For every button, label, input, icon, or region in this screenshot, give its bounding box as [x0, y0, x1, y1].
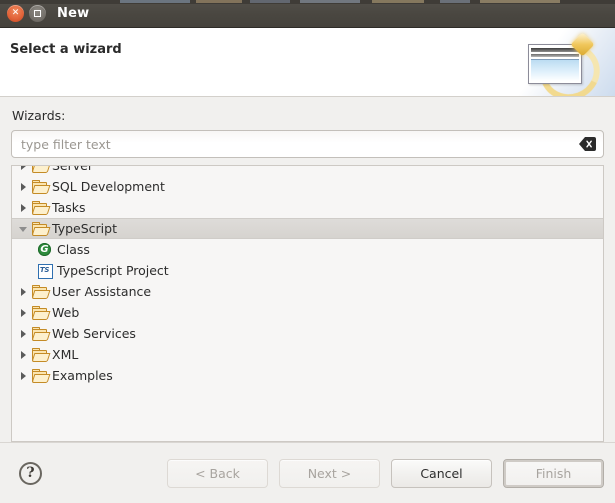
tree-item-sql-development[interactable]: SQL Development — [12, 176, 603, 197]
tree-item-label: Tasks — [52, 200, 86, 215]
clear-icon[interactable] — [579, 137, 596, 151]
help-icon[interactable]: ? — [19, 461, 42, 485]
button-bar: ? < Back Next > Cancel Finish — [0, 442, 615, 503]
tree-item-server[interactable]: Server — [12, 165, 603, 176]
wizards-label: Wizards: — [12, 108, 66, 123]
tree-item-label: TypeScript — [52, 221, 117, 236]
tree-item-label: XML — [52, 347, 79, 362]
tree-item-tasks[interactable]: Tasks — [12, 197, 603, 218]
chevron-right-icon[interactable] — [17, 306, 30, 319]
tree-item-typescript[interactable]: TypeScript — [12, 218, 603, 239]
wizard-tree-list: Server SQL Development Tasks TypeScript — [12, 165, 603, 386]
tree-item-label: Web — [52, 305, 80, 320]
chevron-right-icon[interactable] — [17, 348, 30, 361]
page-title: Select a wizard — [10, 42, 122, 57]
class-icon-letter: G — [40, 243, 49, 255]
chevron-right-icon[interactable] — [17, 166, 30, 172]
wizard-tree[interactable]: Server SQL Development Tasks TypeScript — [11, 165, 604, 442]
tree-item-web[interactable]: Web — [12, 302, 603, 323]
chevron-right-icon[interactable] — [17, 180, 30, 193]
tree-item-examples[interactable]: Examples — [12, 365, 603, 386]
window-graphic-icon — [528, 44, 582, 84]
chevron-down-icon[interactable] — [17, 222, 30, 235]
dialog-body: Wizards: Server SQL Development — [0, 97, 615, 442]
cancel-button[interactable]: Cancel — [391, 458, 492, 488]
class-icon: G — [36, 242, 53, 257]
tree-item-typescript-project[interactable]: TS TypeScript Project — [12, 260, 603, 281]
tree-item-class[interactable]: G Class — [12, 239, 603, 260]
wizard-banner: Select a wizard — [0, 28, 615, 97]
chevron-right-icon[interactable] — [17, 201, 30, 214]
title-bar: ✕ New — [0, 0, 615, 28]
tree-item-user-assistance[interactable]: User Assistance — [12, 281, 603, 302]
folder-icon — [31, 368, 51, 383]
tree-item-label: Examples — [52, 368, 113, 383]
tree-item-label: Web Services — [52, 326, 136, 341]
ts-icon-letter: TS — [39, 266, 50, 274]
tree-item-label: User Assistance — [52, 284, 152, 299]
new-wizard-dialog: ✕ New Select a wizard Wizards: type filt… — [0, 0, 615, 503]
tree-item-label: TypeScript Project — [57, 263, 169, 278]
maximize-glyph — [34, 10, 41, 17]
folder-icon — [31, 179, 51, 194]
close-glyph: ✕ — [11, 8, 20, 18]
chevron-right-icon[interactable] — [17, 369, 30, 382]
folder-icon — [31, 347, 51, 362]
tree-item-xml[interactable]: XML — [12, 344, 603, 365]
filter-input[interactable] — [11, 130, 604, 158]
chevron-right-icon[interactable] — [17, 327, 30, 340]
next-button[interactable]: Next > — [279, 458, 380, 488]
finish-button[interactable]: Finish — [503, 458, 604, 488]
tree-item-label: SQL Development — [52, 179, 165, 194]
dialog-buttons: < Back Next > Cancel Finish — [156, 458, 604, 488]
folder-icon — [31, 200, 51, 215]
chevron-right-icon[interactable] — [17, 285, 30, 298]
folder-icon — [31, 166, 51, 173]
tree-item-label: Class — [57, 242, 90, 257]
folder-icon — [31, 305, 51, 320]
tree-item-label: Server — [52, 165, 93, 173]
new-wizard-banner-icon — [500, 28, 615, 96]
back-button[interactable]: < Back — [167, 458, 268, 488]
filter-row — [11, 130, 604, 158]
folder-icon — [31, 284, 51, 299]
close-icon[interactable]: ✕ — [7, 5, 24, 22]
maximize-icon[interactable] — [29, 5, 46, 22]
tree-item-web-services[interactable]: Web Services — [12, 323, 603, 344]
desktop-strip — [0, 0, 615, 4]
folder-icon — [31, 221, 51, 236]
folder-icon — [31, 326, 51, 341]
ts-project-icon: TS — [36, 263, 53, 279]
window-title: New — [57, 6, 90, 21]
